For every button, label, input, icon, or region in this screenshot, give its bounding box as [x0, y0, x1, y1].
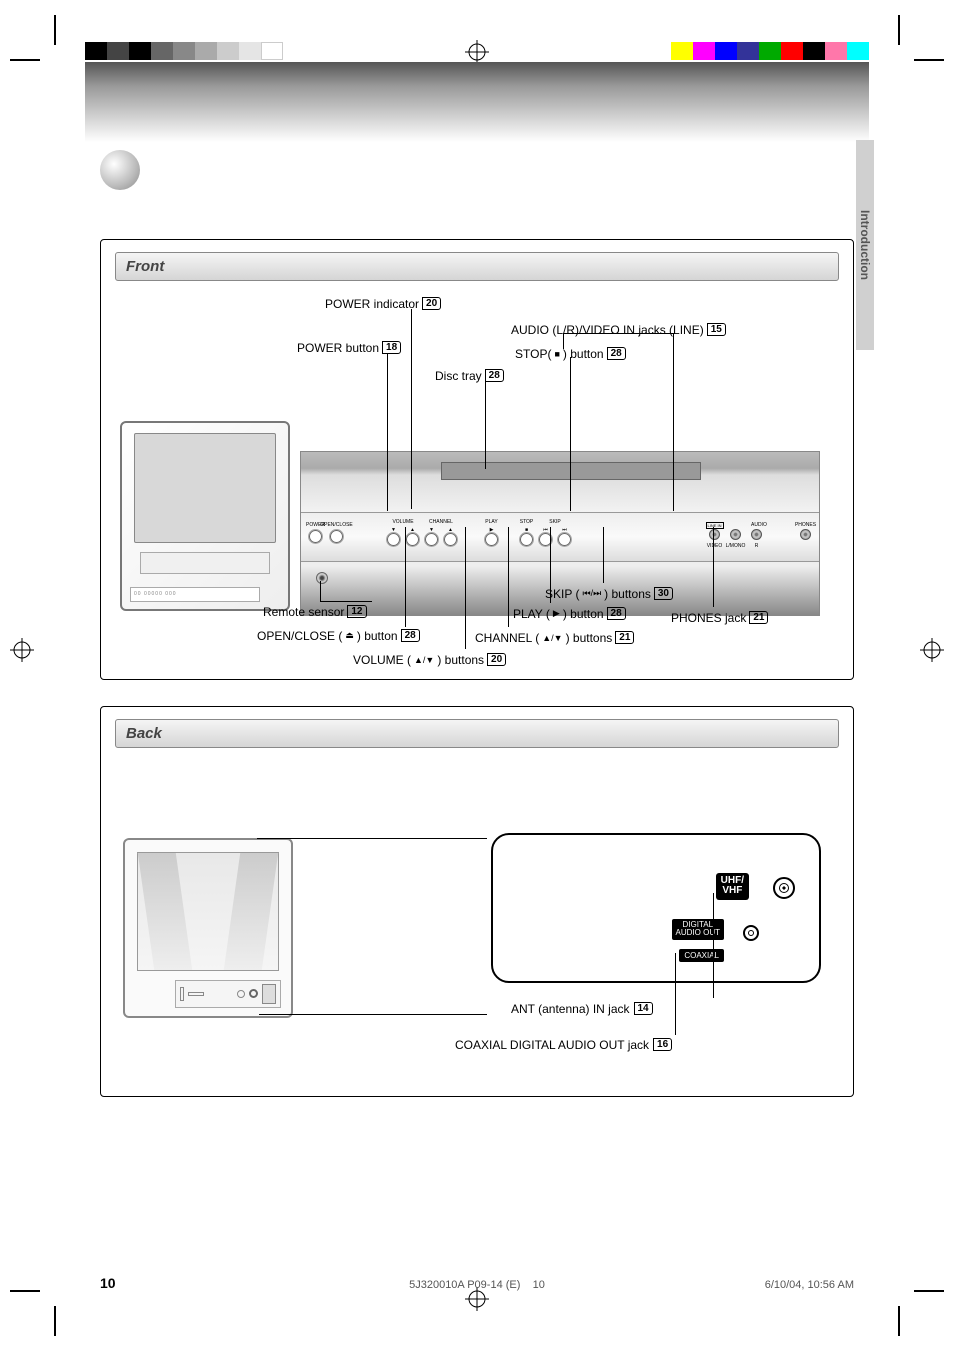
- page-number: 10: [100, 1275, 116, 1291]
- footer-filename: 5J320010A P09-14 (E) 10: [409, 1279, 545, 1291]
- registration-mark-top: [465, 40, 489, 64]
- label-audio-jacks: AUDIO (L/R)/VIDEO IN jacks (LINE)15: [511, 323, 726, 337]
- back-zoom-illustration: UHF/VHF DIGITALAUDIO OUT COAXIAL: [491, 833, 821, 983]
- title-bullet-icon: [100, 150, 140, 190]
- page-title: Identification of Controls: [154, 157, 414, 183]
- digital-out-jack-icon: [743, 925, 759, 941]
- header-gradient: [85, 62, 869, 142]
- back-panel-section: Back UHF/VHF DIGITALAUDIO OUT CO: [100, 706, 854, 1097]
- coaxial-label: COAXIAL: [679, 949, 724, 962]
- device-back-illustration: [123, 838, 293, 1018]
- label-power-button: POWER button18: [297, 341, 401, 355]
- section-tab: Introduction: [856, 140, 874, 350]
- front-panel-section: Front POWER indicator20 AUDIO (L/R)/VIDE…: [100, 239, 854, 680]
- device-front-illustration: 00 00000 000 POWER OPEN/CLOSE VOLUME▼ ▲ …: [120, 451, 820, 616]
- label-remote-sensor: Remote sensor12: [263, 605, 367, 619]
- back-panel-header: Back: [115, 719, 839, 748]
- uhf-vhf-label: UHF/VHF: [716, 873, 749, 900]
- label-coax-out: COAXIAL DIGITAL AUDIO OUT jack16: [455, 1038, 672, 1052]
- label-ant-in: ANT (antenna) IN jack14: [511, 1002, 653, 1016]
- digital-audio-label: DIGITALAUDIO OUT: [672, 919, 724, 941]
- registration-mark-left: [10, 638, 34, 662]
- color-bar-left: [85, 42, 283, 60]
- label-open-close: OPEN/CLOSE (⏏) button28: [257, 629, 420, 643]
- subtitle: See the page in for details.: [106, 196, 854, 213]
- label-disc-tray: Disc tray28: [435, 369, 504, 383]
- front-panel-header: Front: [115, 252, 839, 281]
- antenna-jack-icon: [773, 877, 795, 899]
- label-phones-jack: PHONES jack21: [671, 611, 768, 625]
- footer-date: 6/10/04, 10:56 AM: [765, 1279, 854, 1291]
- label-play-button: PLAY (▶) button28: [513, 607, 626, 621]
- label-channel-buttons: CHANNEL (▲/▼) buttons21: [475, 631, 634, 645]
- color-bar-right: [671, 42, 869, 60]
- label-volume-buttons: VOLUME (▲/▼) buttons20: [353, 653, 506, 667]
- registration-mark-right: [920, 638, 944, 662]
- label-skip-buttons: SKIP (⏮/⏭) buttons30: [545, 587, 673, 601]
- label-power-indicator: POWER indicator20: [325, 297, 441, 311]
